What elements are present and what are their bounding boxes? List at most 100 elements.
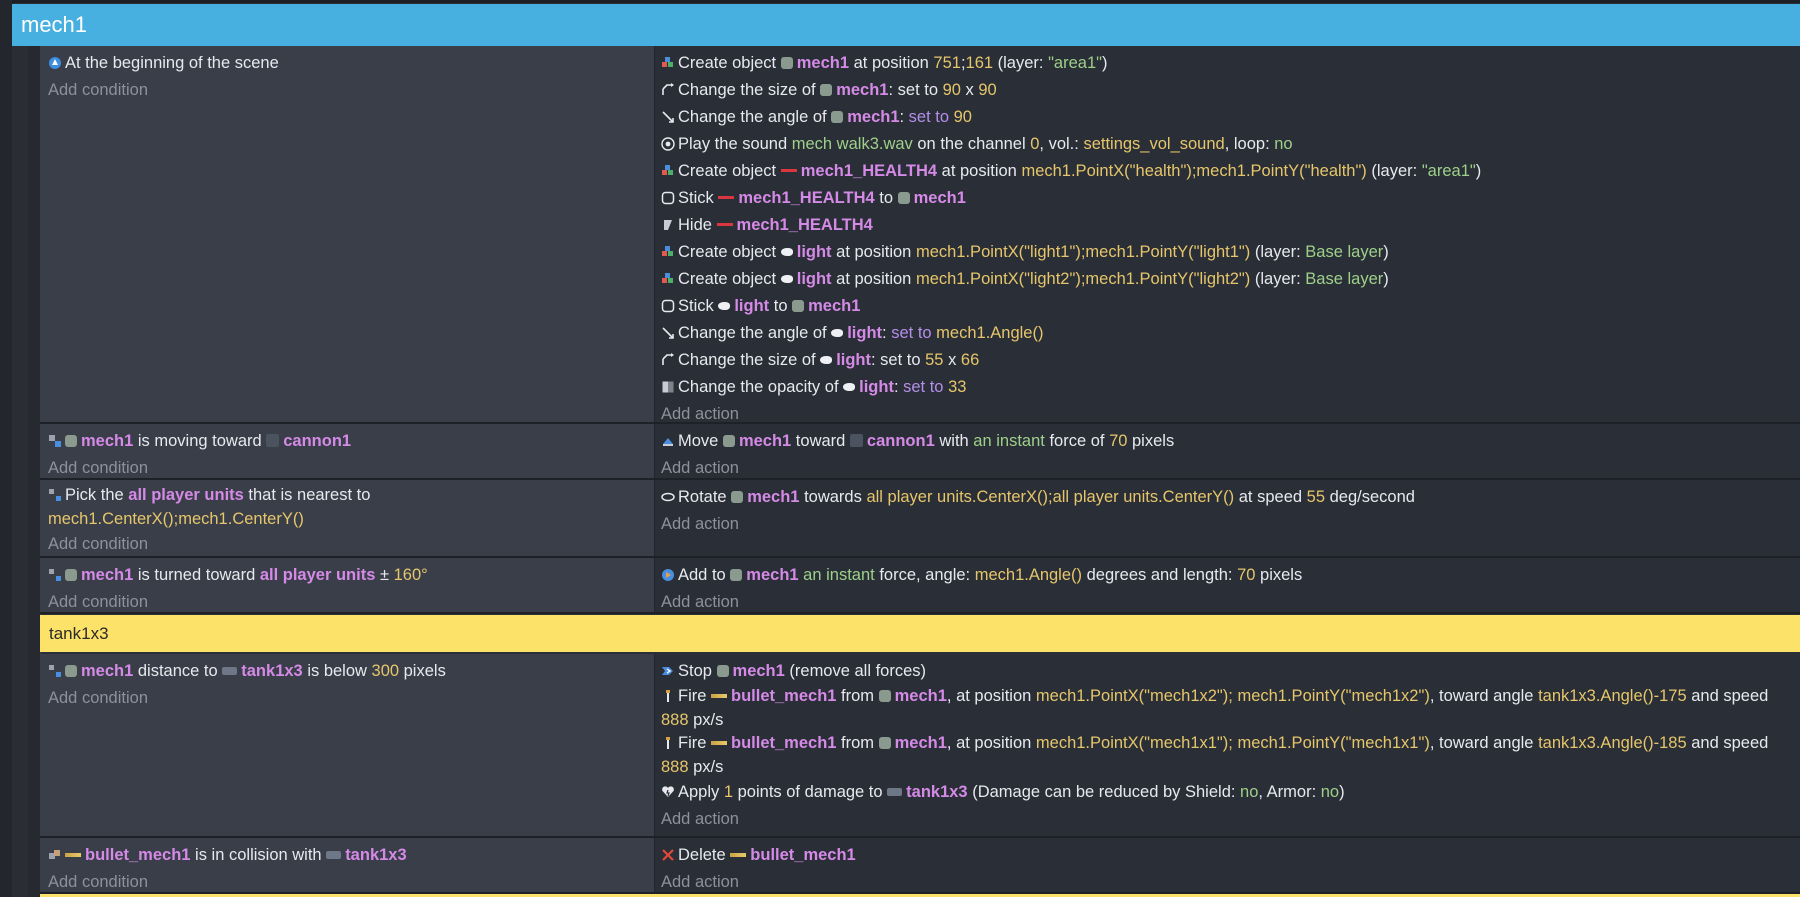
resize-icon — [662, 353, 674, 365]
tank1x3-icon — [887, 788, 903, 796]
top-border — [0, 0, 1800, 3]
add-condition-link[interactable]: Add condition — [48, 685, 646, 712]
add-action-link[interactable]: Add action — [661, 589, 1800, 616]
mech1-icon — [722, 435, 735, 447]
mech1-icon — [878, 737, 891, 749]
group-header-mech1[interactable]: mech1 — [12, 4, 1800, 46]
mech1-icon — [878, 690, 891, 702]
actions-panel[interactable]: Rotate mech1 towards all player units.Ce… — [655, 480, 1800, 556]
tank1x3-icon — [222, 667, 238, 675]
cannon1-icon — [849, 434, 863, 447]
mech1-icon — [792, 300, 805, 312]
event-collision[interactable]: bullet_mech1 is in collision with tank1x… — [40, 838, 1800, 894]
light-icon — [718, 302, 731, 310]
sound-icon — [661, 137, 675, 151]
actions-panel[interactable]: Create object mech1 at position 751;161 … — [655, 46, 1800, 423]
action-row[interactable]: Create object light at position mech1.Po… — [661, 239, 1800, 266]
action-row[interactable]: Change the size of mech1: set to 90 x 90 — [661, 77, 1800, 104]
action-row[interactable]: Change the size of light: set to 55 x 66 — [661, 347, 1800, 374]
action-row[interactable]: Stick light to mech1 — [661, 293, 1800, 320]
resize-icon — [662, 83, 674, 95]
conditions-panel[interactable]: mech1 is moving toward cannon1 Add condi… — [40, 424, 655, 478]
action-row[interactable]: Change the opacity of light: set to 33 — [661, 374, 1800, 401]
action-row[interactable]: Move mech1 toward cannon1 with an instan… — [661, 428, 1800, 455]
mech1-icon — [65, 665, 77, 677]
add-action-link[interactable]: Add action — [661, 869, 1800, 896]
action-row[interactable]: Add to mech1 an instant force, angle: me… — [661, 562, 1800, 589]
condition-row[interactable]: Pick the all player units that is neares… — [48, 484, 646, 531]
action-row[interactable]: Hide mech1_HEALTH4 — [661, 212, 1800, 239]
create-object-icon — [662, 273, 673, 283]
condition-row[interactable]: mech1 is moving toward cannon1 — [48, 428, 646, 455]
event-turned-toward[interactable]: mech1 is turned toward all player units … — [40, 558, 1800, 614]
condition-row[interactable]: mech1 is turned toward all player units … — [48, 562, 646, 589]
add-condition-link[interactable]: Add condition — [48, 869, 646, 896]
add-action-link[interactable]: Add action — [661, 806, 1800, 833]
add-condition-link[interactable]: Add condition — [48, 589, 646, 616]
event-moving-toward[interactable]: mech1 is moving toward cannon1 Add condi… — [40, 424, 1800, 480]
event-pick-nearest[interactable]: Pick the all player units that is neares… — [40, 480, 1800, 558]
move-icon — [663, 438, 673, 446]
add-condition-link[interactable]: Add condition — [48, 455, 646, 482]
conditions-panel[interactable]: mech1 distance to tank1x3 is below 300 p… — [40, 654, 655, 836]
action-row[interactable]: Rotate mech1 towards all player units.Ce… — [661, 484, 1800, 511]
action-row[interactable]: Change the angle of light: set to mech1.… — [661, 320, 1800, 347]
light-icon — [780, 248, 793, 256]
action-row[interactable]: Play the sound mech walk3.wav on the cha… — [661, 131, 1800, 158]
condition-row[interactable]: mech1 distance to tank1x3 is below 300 p… — [48, 658, 646, 685]
add-condition-link[interactable]: Add condition — [48, 531, 646, 558]
actions-panel[interactable]: Add to mech1 an instant force, angle: me… — [655, 558, 1800, 612]
mech1-icon — [897, 192, 910, 204]
event-scene-start[interactable]: At the beginning of the scene Add condit… — [40, 46, 1800, 424]
collision-icon — [49, 850, 60, 859]
actions-panel[interactable]: Delete bullet_mech1 Add action — [655, 838, 1800, 892]
turned-toward-icon — [49, 569, 61, 581]
conditions-panel[interactable]: Pick the all player units that is neares… — [40, 480, 655, 556]
mech1-icon — [780, 57, 793, 69]
light-icon — [820, 356, 833, 364]
actions-panel[interactable]: Move mech1 toward cannon1 with an instan… — [655, 424, 1800, 478]
condition-row[interactable]: bullet_mech1 is in collision with tank1x… — [48, 842, 646, 869]
mech1-icon — [65, 435, 77, 447]
action-row[interactable]: Change the angle of mech1: set to 90 — [661, 104, 1800, 131]
conditions-panel[interactable]: At the beginning of the scene Add condit… — [40, 46, 655, 422]
stick-icon — [661, 299, 675, 313]
angle-icon — [662, 111, 674, 123]
conditions-panel[interactable]: bullet_mech1 is in collision with tank1x… — [40, 838, 655, 892]
conditions-panel[interactable]: mech1 is turned toward all player units … — [40, 558, 655, 612]
actions-panel[interactable]: Stop mech1 (remove all forces) Fire bull… — [655, 654, 1800, 836]
mech1-icon — [831, 111, 844, 123]
action-row[interactable]: Create object light at position mech1.Po… — [661, 266, 1800, 293]
condition-row[interactable]: At the beginning of the scene — [48, 50, 646, 77]
event-distance[interactable]: mech1 distance to tank1x3 is below 300 p… — [40, 654, 1800, 838]
scene-start-icon — [49, 57, 61, 69]
pick-nearest-icon — [49, 489, 61, 501]
action-row[interactable]: Stick mech1_HEALTH4 to mech1 — [661, 185, 1800, 212]
group-header-tank1x3[interactable]: tank1x3 — [40, 615, 1800, 652]
force-icon — [662, 569, 674, 581]
mech1-icon — [731, 491, 744, 503]
fire-icon — [666, 690, 670, 702]
health-bar-icon — [716, 223, 733, 226]
action-row[interactable]: Create object mech1_HEALTH4 at position … — [661, 158, 1800, 185]
cannon1-icon — [266, 434, 280, 447]
action-row[interactable]: Stop mech1 (remove all forces) — [661, 658, 1800, 685]
bullet-icon — [730, 853, 747, 857]
mech1-icon — [730, 569, 743, 581]
action-row[interactable]: Fire bullet_mech1 from mech1, at positio… — [661, 732, 1800, 779]
fire-icon — [666, 737, 670, 749]
mech1-icon — [820, 84, 833, 96]
add-condition-link[interactable]: Add condition — [48, 77, 646, 104]
add-action-link[interactable]: Add action — [661, 511, 1800, 538]
light-icon — [843, 383, 856, 391]
action-row[interactable]: Apply 1 points of damage to tank1x3 (Dam… — [661, 779, 1800, 806]
bullet-icon — [711, 694, 727, 698]
action-row[interactable]: Create object mech1 at position 751;161 … — [661, 50, 1800, 77]
rotate-icon — [661, 492, 675, 502]
health-bar-icon — [718, 196, 735, 199]
action-row[interactable]: Delete bullet_mech1 — [661, 842, 1800, 869]
action-row[interactable]: Fire bullet_mech1 from mech1, at positio… — [661, 685, 1800, 732]
event-gutter — [12, 46, 29, 897]
bullet-icon — [711, 741, 727, 745]
add-action-link[interactable]: Add action — [661, 455, 1800, 482]
